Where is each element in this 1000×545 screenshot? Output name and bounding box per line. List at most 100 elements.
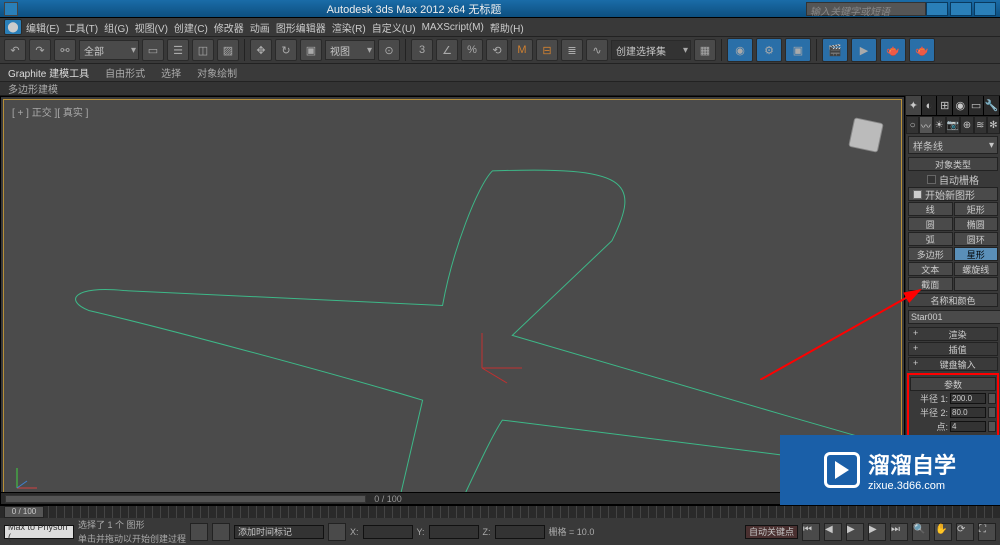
align-icon[interactable]: ⊟ (536, 39, 558, 61)
viewport[interactable]: [ + ] 正交 ][ 真实 ] (3, 99, 902, 502)
app-menu-icon[interactable]: ⬤ (4, 19, 22, 35)
menu-create[interactable]: 创建(C) (172, 20, 210, 35)
menu-rendering[interactable]: 渲染(R) (330, 20, 368, 35)
menu-modifiers[interactable]: 修改器 (212, 20, 246, 35)
play-icon[interactable]: ▶ (846, 523, 864, 541)
ribbon-tab-freeform[interactable]: 自由形式 (105, 65, 145, 80)
btn-donut[interactable]: 圆环 (954, 232, 999, 246)
menu-animation[interactable]: 动画 (248, 20, 272, 35)
tab-utilities-icon[interactable]: 🔧 (984, 96, 1000, 115)
ribbon-tab-graphite[interactable]: Graphite 建模工具 (8, 65, 89, 80)
cat-lights-icon[interactable]: ☀ (933, 116, 946, 134)
scale-icon[interactable]: ▣ (300, 39, 322, 61)
render-frame-icon[interactable]: ▣ (785, 38, 811, 62)
tab-hierarchy-icon[interactable]: ⊞ (937, 96, 953, 115)
spinner-snap-icon[interactable]: ⟲ (486, 39, 508, 61)
spinner-buttons[interactable] (988, 407, 996, 418)
time-slider[interactable]: 0 / 100 (4, 506, 44, 518)
spinner-buttons[interactable] (988, 393, 996, 404)
lock-selection-icon[interactable] (190, 523, 208, 541)
radius1-spinner[interactable]: 200.0 (950, 393, 986, 404)
named-selection-input[interactable]: 创建选择集 (611, 40, 691, 60)
tab-motion-icon[interactable]: ◉ (953, 96, 969, 115)
mirror-icon[interactable]: M (511, 39, 533, 61)
graphite-icon[interactable]: ▦ (694, 39, 716, 61)
cat-spacewarps-icon[interactable]: ≋ (974, 116, 987, 134)
rollout-rendering[interactable]: 渲染 (908, 327, 998, 341)
isolate-icon[interactable] (212, 523, 230, 541)
maxscript-listener[interactable]: Max to Physon ( (4, 525, 74, 539)
quick-render-icon[interactable]: 🫖 (909, 38, 935, 62)
menu-customize[interactable]: 自定义(U) (370, 20, 418, 35)
shape-type-dropdown[interactable]: 样条线 (908, 136, 998, 154)
snap-icon[interactable]: 3 (411, 39, 433, 61)
redo-icon[interactable]: ↷ (29, 39, 51, 61)
cat-systems-icon[interactable]: ✻ (987, 116, 1000, 134)
selection-filter-dropdown[interactable]: 全部 (79, 40, 139, 60)
play-prev-icon[interactable]: ◀ (824, 523, 842, 541)
menu-edit[interactable]: 编辑(E) (24, 20, 61, 35)
btn-ellipse[interactable]: 椭圆 (954, 217, 999, 231)
time-tag-input[interactable]: 添加时间标记 (234, 525, 324, 539)
menu-help[interactable]: 帮助(H) (488, 20, 526, 35)
render-iterative-icon[interactable]: ▶ (851, 38, 877, 62)
tab-display-icon[interactable]: ▭ (969, 96, 985, 115)
render-last-icon[interactable]: 🫖 (880, 38, 906, 62)
play-next-icon[interactable]: ▶ (868, 523, 886, 541)
menu-group[interactable]: 组(G) (102, 20, 130, 35)
y-coord-input[interactable] (429, 525, 479, 539)
tab-modify-icon[interactable]: ◐ (922, 96, 938, 115)
star-shape[interactable] (4, 100, 901, 501)
pivot-icon[interactable]: ⊙ (378, 39, 400, 61)
btn-rectangle[interactable]: 矩形 (954, 202, 999, 216)
nav-orbit-icon[interactable]: ⟳ (956, 523, 974, 541)
ribbon-panel-label[interactable]: 多边形建模 (8, 81, 58, 96)
nav-pan-icon[interactable]: ✋ (934, 523, 952, 541)
btn-ngon[interactable]: 多边形 (908, 247, 953, 261)
btn-text[interactable]: 文本 (908, 262, 953, 276)
render-production-icon[interactable]: 🎬 (822, 38, 848, 62)
btn-circle[interactable]: 圆 (908, 217, 953, 231)
rollout-interpolation[interactable]: 插值 (908, 342, 998, 356)
rollout-object-type[interactable]: 对象类型 (908, 157, 998, 171)
menu-graph-editors[interactable]: 图形编辑器 (274, 20, 328, 35)
material-editor-icon[interactable]: ◉ (727, 38, 753, 62)
start-new-shape-checkbox[interactable] (913, 190, 922, 199)
menu-maxscript[interactable]: MAXScript(M) (420, 22, 486, 33)
rollout-keyboard-entry[interactable]: 键盘输入 (908, 357, 998, 371)
btn-section[interactable]: 截面 (908, 277, 953, 291)
percent-snap-icon[interactable]: % (461, 39, 483, 61)
spinner-buttons[interactable] (988, 421, 996, 432)
undo-icon[interactable]: ↶ (4, 39, 26, 61)
minimize-button[interactable] (926, 2, 948, 16)
close-button[interactable] (974, 2, 996, 16)
rotate-icon[interactable]: ↻ (275, 39, 297, 61)
time-ruler[interactable] (48, 506, 996, 518)
help-search-input[interactable]: 输入关键字或短语 (806, 2, 926, 16)
cat-helpers-icon[interactable]: ⊕ (960, 116, 973, 134)
btn-star[interactable]: 星形 (954, 247, 999, 261)
cat-cameras-icon[interactable]: 📷 (946, 116, 960, 134)
nav-zoom-icon[interactable]: 🔍 (912, 523, 930, 541)
layer-icon[interactable]: ≣ (561, 39, 583, 61)
btn-arc[interactable]: 弧 (908, 232, 953, 246)
curve-editor-icon[interactable]: ∿ (586, 39, 608, 61)
scrollbar-thumb[interactable] (5, 495, 366, 503)
rollout-parameters-head[interactable]: 参数 (910, 377, 996, 391)
move-icon[interactable]: ✥ (250, 39, 272, 61)
btn-helix[interactable]: 螺旋线 (954, 262, 999, 276)
ribbon-tab-selection[interactable]: 选择 (161, 65, 181, 80)
auto-key-button[interactable]: 自动关键点 (745, 525, 798, 539)
coord-lock-icon[interactable] (328, 523, 346, 541)
object-name-input[interactable] (908, 310, 1000, 324)
menu-tools[interactable]: 工具(T) (63, 20, 100, 35)
ribbon-tab-object-paint[interactable]: 对象绘制 (197, 65, 237, 80)
angle-snap-icon[interactable]: ∠ (436, 39, 458, 61)
autogrid-checkbox[interactable] (927, 175, 936, 184)
select-name-icon[interactable]: ☰ (167, 39, 189, 61)
cat-shapes-icon[interactable]: 〰 (919, 116, 932, 134)
tab-create-icon[interactable]: ✦ (906, 96, 922, 115)
timeline-scrollbar[interactable]: 0 / 100 (1, 492, 904, 504)
select-icon[interactable]: ▭ (142, 39, 164, 61)
render-setup-icon[interactable]: ⚙ (756, 38, 782, 62)
